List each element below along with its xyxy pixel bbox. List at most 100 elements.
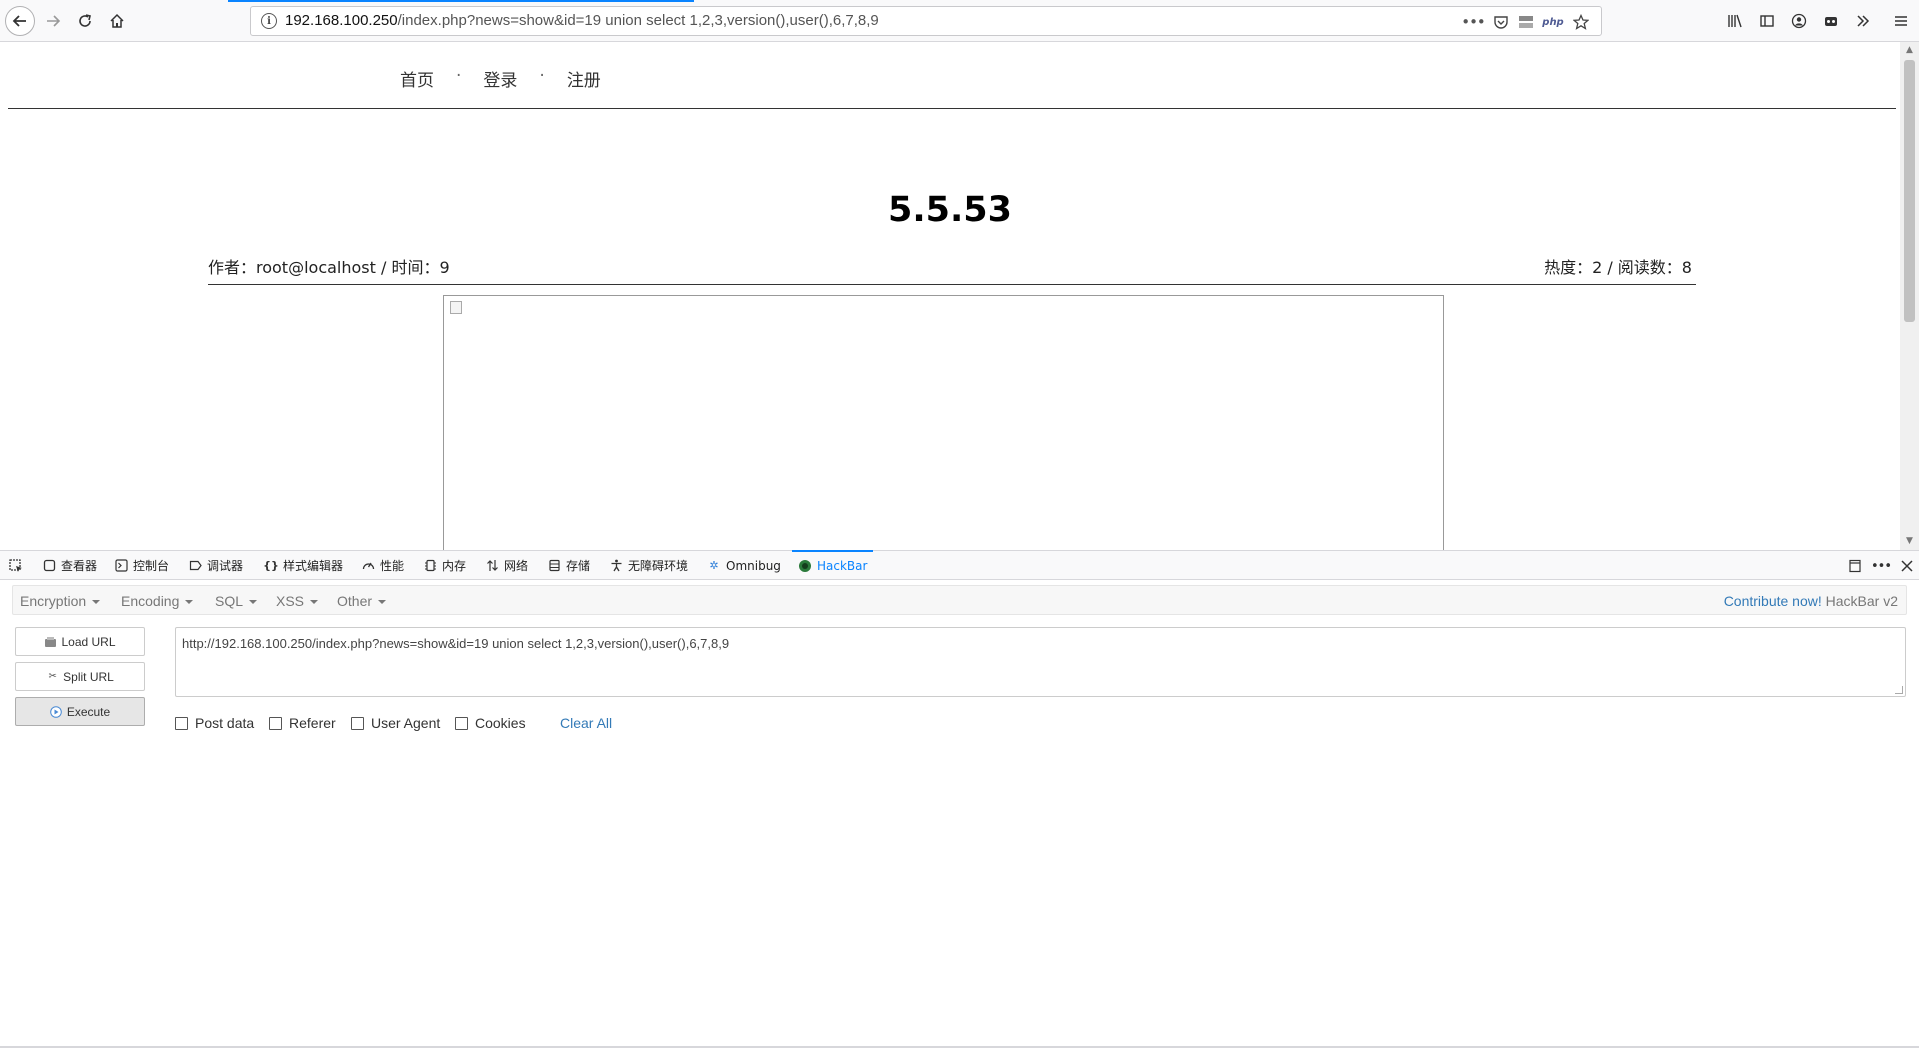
memory-icon	[423, 559, 437, 573]
reload-button[interactable]	[70, 6, 100, 36]
nav-separator: ·	[456, 66, 462, 86]
library-button[interactable]	[1720, 6, 1750, 36]
server-icon[interactable]	[1516, 12, 1536, 32]
element-picker-button[interactable]	[8, 551, 24, 580]
back-arrow-icon	[5, 6, 35, 36]
clear-all-link[interactable]: Clear All	[560, 715, 612, 731]
checkbox-box[interactable]	[175, 716, 188, 730]
sidebar-icon	[1760, 15, 1774, 27]
scroll-up-icon[interactable]: ▲	[1904, 45, 1915, 56]
pocket-icon[interactable]	[1491, 12, 1511, 32]
forward-button[interactable]	[38, 6, 68, 36]
url-path: /index.php?news=show&id=19 union select …	[397, 12, 879, 29]
devtools-close-icon[interactable]	[1898, 557, 1916, 575]
php-icon[interactable]: php	[1542, 12, 1563, 32]
referer-checkbox[interactable]: Referer	[269, 715, 336, 731]
element-picker-icon	[9, 558, 22, 572]
url-host: 192.168.100.250	[285, 12, 398, 29]
accessibility-icon	[609, 559, 623, 573]
user-agent-checkbox[interactable]: User Agent	[351, 715, 440, 731]
page-load-progress	[228, 0, 694, 2]
execute-button[interactable]: Execute	[15, 697, 145, 726]
home-button[interactable]	[102, 6, 132, 36]
menu-other[interactable]: Other	[337, 593, 387, 609]
tab-accessibility[interactable]: 无障碍环境	[609, 551, 688, 580]
menu-sql[interactable]: SQL	[215, 593, 258, 609]
address-bar[interactable]: i 192.168.100.250/index.php?news=show&id…	[250, 6, 1602, 36]
article-title: 5.5.53	[887, 190, 1012, 230]
tab-performance[interactable]: 性能	[361, 551, 404, 580]
menu-encryption[interactable]: Encryption	[20, 593, 101, 609]
account-button[interactable]	[1784, 6, 1814, 36]
checkbox-box[interactable]	[269, 716, 282, 730]
caret-down-icon	[249, 600, 258, 605]
menu-button[interactable]	[1886, 6, 1916, 36]
scroll-down-icon[interactable]: ▼	[1904, 536, 1915, 547]
nav-home-link[interactable]: 首页	[400, 66, 434, 91]
star-icon[interactable]	[1571, 12, 1591, 32]
performance-icon	[361, 559, 375, 573]
scrollbar-thumb[interactable]	[1904, 60, 1915, 322]
article-meta-author: 作者：root@localhost / 时间：9	[208, 258, 450, 277]
resize-grip-icon[interactable]	[1895, 686, 1903, 694]
reload-icon	[79, 14, 91, 27]
menu-encoding[interactable]: Encoding	[121, 593, 194, 609]
extension-button[interactable]	[1816, 6, 1846, 36]
tab-omnibug[interactable]: ✲ Omnibug	[707, 551, 781, 580]
tab-network[interactable]: 网络	[485, 551, 528, 580]
omnibug-icon: ✲	[709, 559, 719, 572]
web-page: 首页 · 登录 · 注册 5.5.53 作者：root@localhost / …	[0, 42, 1900, 550]
checkbox-box[interactable]	[351, 716, 364, 730]
contribute-link[interactable]: Contribute now!	[1724, 593, 1822, 609]
hackbar-contribute: Contribute now! HackBar v2	[1724, 593, 1898, 609]
debugger-icon	[188, 559, 202, 573]
tab-memory[interactable]: 内存	[423, 551, 466, 580]
post-data-checkbox[interactable]: Post data	[175, 715, 254, 731]
overflow-button[interactable]	[1848, 6, 1878, 36]
tab-debugger[interactable]: 调试器	[188, 551, 243, 580]
meta-divider	[208, 284, 1696, 285]
account-icon	[1791, 13, 1807, 29]
devtools-more-icon[interactable]: •••	[1871, 557, 1892, 575]
console-icon	[114, 559, 128, 573]
nav-register-link[interactable]: 注册	[567, 66, 601, 91]
back-button[interactable]	[5, 6, 35, 36]
nav-login-link[interactable]: 登录	[483, 66, 517, 91]
info-icon[interactable]: i	[261, 13, 277, 29]
tab-style-editor[interactable]: {} 样式编辑器	[263, 551, 343, 580]
chevron-double-right-icon	[1857, 15, 1870, 27]
ellipsis-icon[interactable]: •••	[1461, 12, 1486, 32]
url-textarea[interactable]: http://192.168.100.250/index.php?news=sh…	[175, 627, 1906, 697]
caret-down-icon	[378, 600, 387, 605]
home-icon	[110, 13, 124, 28]
url-textarea-value: http://192.168.100.250/index.php?news=sh…	[182, 636, 730, 651]
url-text[interactable]: 192.168.100.250/index.php?news=show&id=1…	[285, 12, 879, 29]
nav-separator: ·	[539, 66, 545, 86]
checkbox-box[interactable]	[455, 716, 468, 730]
hackbar-icon	[798, 559, 812, 573]
scissors-icon: ✂	[48, 671, 57, 682]
tab-console[interactable]: 控制台	[114, 551, 169, 580]
tab-hackbar[interactable]: HackBar	[792, 550, 874, 580]
hackbar-menu: Encryption Encoding SQL XSS Other Contri…	[12, 585, 1907, 615]
hackbar-version: HackBar v2	[1825, 593, 1898, 609]
caret-down-icon	[310, 600, 319, 605]
caret-down-icon	[185, 600, 194, 605]
style-editor-icon: {}	[263, 559, 279, 572]
load-url-button[interactable]: Load URL	[15, 627, 145, 656]
hamburger-menu-icon	[1895, 16, 1907, 26]
tab-inspector[interactable]: 查看器	[42, 551, 97, 580]
page-scrollbar[interactable]: ▲ ▼	[1900, 42, 1919, 550]
article-meta-stats: 热度：2 / 阅读数：8	[1544, 258, 1692, 277]
storage-icon	[547, 559, 561, 573]
broken-image-icon	[450, 301, 462, 314]
network-icon	[485, 559, 499, 573]
caret-down-icon	[92, 600, 101, 605]
menu-xss[interactable]: XSS	[276, 593, 319, 609]
sidebar-button[interactable]	[1752, 6, 1782, 36]
cookies-checkbox[interactable]: Cookies	[455, 715, 526, 731]
dock-toggle-icon[interactable]	[1846, 557, 1864, 575]
split-url-button[interactable]: ✂ Split URL	[15, 662, 145, 691]
browser-toolbar: i 192.168.100.250/index.php?news=show&id…	[0, 0, 1919, 42]
tab-storage[interactable]: 存储	[547, 551, 590, 580]
